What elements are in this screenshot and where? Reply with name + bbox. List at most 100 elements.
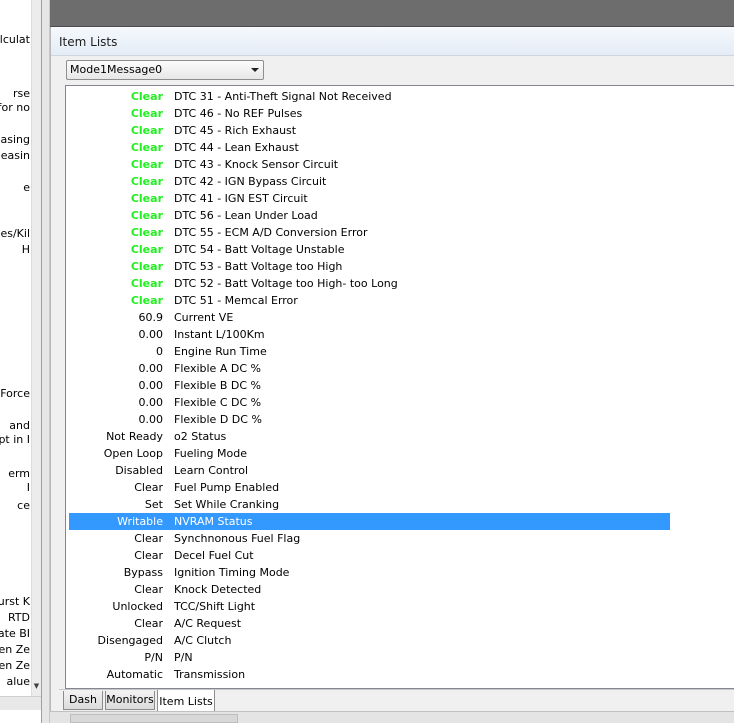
item-value: 0.00 xyxy=(138,396,164,409)
item-value: Clear xyxy=(134,532,163,545)
list-item[interactable]: Clear DTC 44 - Lean Exhaust xyxy=(69,139,670,156)
left-panel-line-text: RTD xyxy=(7,611,30,624)
item-name: Flexible A DC % xyxy=(174,362,261,375)
list-item[interactable]: Disengaged A/C Clutch xyxy=(69,632,670,649)
list-item[interactable]: P/N P/N xyxy=(69,649,670,666)
left-panel-line-text: Force xyxy=(0,387,30,400)
list-item[interactable]: 0 Engine Run Time xyxy=(69,343,670,360)
left-panel-line-text: H xyxy=(21,243,30,256)
item-name: Current VE xyxy=(174,311,234,324)
panel-splitter[interactable] xyxy=(42,0,50,723)
message-select[interactable]: Mode1Message0 xyxy=(66,60,264,80)
item-value: Set xyxy=(144,498,163,511)
item-value: Clear xyxy=(130,90,163,103)
tab-dash[interactable]: Dash xyxy=(63,691,103,710)
item-name: A/C Request xyxy=(174,617,242,630)
item-lists-panel: Item Lists Mode1Message0 Clear DTC 31 - A… xyxy=(50,27,734,723)
item-value: 0.00 xyxy=(138,379,164,392)
list-item[interactable]: Not Ready o2 Status xyxy=(69,428,670,445)
item-name: Fueling Mode xyxy=(174,447,247,460)
horizontal-scrollbar[interactable] xyxy=(70,714,238,723)
item-name: Flexible D DC % xyxy=(174,413,262,426)
item-value: Clear xyxy=(130,192,163,205)
list-item[interactable]: Clear DTC 46 - No REF Pulses xyxy=(69,105,670,122)
message-select-value: Mode1Message0 xyxy=(70,63,163,76)
list-item[interactable]: 0.00 Flexible B DC % xyxy=(69,377,670,394)
item-name: DTC 51 - Memcal Error xyxy=(174,294,298,307)
left-panel-line-text: ses/Kil xyxy=(0,227,30,240)
left-panel-line-text: en Ze xyxy=(0,643,30,656)
item-value: Clear xyxy=(130,226,163,239)
item-name: P/N xyxy=(174,651,193,664)
list-item[interactable]: Automatic Transmission xyxy=(69,666,670,683)
item-name: DTC 43 - Knock Sensor Circuit xyxy=(174,158,339,171)
item-value: Clear xyxy=(130,141,163,154)
list-item[interactable]: Open Loop Fueling Mode xyxy=(69,445,670,462)
list-item[interactable]: Clear DTC 41 - IGN EST Circuit xyxy=(69,190,670,207)
item-name: Flexible C DC % xyxy=(174,396,262,409)
list-item[interactable]: Clear DTC 45 - Rich Exhaust xyxy=(69,122,670,139)
list-item[interactable]: 0.00 Flexible D DC % xyxy=(69,411,670,428)
tab-bar: Dash Monitors Item Lists xyxy=(59,689,734,713)
list-item[interactable]: Clear DTC 53 - Batt Voltage too High xyxy=(69,258,670,275)
item-name: Knock Detected xyxy=(174,583,262,596)
item-name: Learn Control xyxy=(174,464,249,477)
list-item[interactable]: Clear A/C Request xyxy=(69,615,670,632)
item-name: Fuel Pump Enabled xyxy=(174,481,280,494)
list-item[interactable]: 0.00 Instant L/100Km xyxy=(69,326,670,343)
list-item[interactable]: Clear DTC 42 - IGN Bypass Circuit xyxy=(69,173,670,190)
list-item[interactable]: Clear DTC 43 - Knock Sensor Circuit xyxy=(69,156,670,173)
item-value: Clear xyxy=(130,243,163,256)
list-item[interactable]: Set Set While Cranking xyxy=(69,496,670,513)
list-item[interactable]: Bypass Ignition Timing Mode xyxy=(69,564,670,581)
left-panel-scrollbar[interactable] xyxy=(31,0,41,696)
list-item[interactable]: Clear Fuel Pump Enabled xyxy=(69,479,670,496)
list-item[interactable]: Clear Synchnonous Fuel Flag xyxy=(69,530,670,547)
item-name: DTC 31 - Anti-Theft Signal Not Received xyxy=(174,90,392,103)
item-name: Engine Run Time xyxy=(174,345,267,358)
list-item[interactable]: 0.00 Flexible C DC % xyxy=(69,394,670,411)
list-item[interactable]: Clear Knock Detected xyxy=(69,581,670,598)
item-name: DTC 55 - ECM A/D Conversion Error xyxy=(174,226,368,239)
item-name: DTC 52 - Batt Voltage too High- too Long xyxy=(174,277,398,290)
list-item[interactable]: Disabled Learn Control xyxy=(69,462,670,479)
item-value: 60.9 xyxy=(138,311,164,324)
list-item[interactable]: Writable NVRAM Status xyxy=(69,513,670,530)
item-name: Synchnonous Fuel Flag xyxy=(174,532,301,545)
item-value: Clear xyxy=(134,549,163,562)
scroll-down-icon[interactable]: ▼ xyxy=(31,680,41,692)
item-value: Disabled xyxy=(115,464,163,477)
left-panel-line-text: pt in I xyxy=(0,433,30,446)
item-value: Clear xyxy=(134,481,163,494)
item-list[interactable]: Clear DTC 31 - Anti-Theft Signal Not Rece… xyxy=(65,85,734,689)
list-item[interactable]: 0.00 Flexible A DC % xyxy=(69,360,670,377)
item-name: Ignition Timing Mode xyxy=(174,566,290,579)
list-item[interactable]: Clear Decel Fuel Cut xyxy=(69,547,670,564)
left-panel-line-text: erm xyxy=(8,467,30,480)
left-panel: alculat rsefor no easing easin e ses/Kil H Forc… xyxy=(0,0,42,723)
tab-item-lists[interactable]: Item Lists xyxy=(157,690,215,712)
list-item[interactable]: Clear DTC 52 - Batt Voltage too High- too… xyxy=(69,275,670,292)
list-item[interactable]: Clear DTC 51 - Memcal Error xyxy=(69,292,670,309)
item-name: NVRAM Status xyxy=(174,515,253,528)
item-value: Clear xyxy=(130,209,163,222)
item-value: Clear xyxy=(130,294,163,307)
list-item[interactable]: Unlocked TCC/Shift Light xyxy=(69,598,670,615)
list-item[interactable]: Clear DTC 31 - Anti-Theft Signal Not Rece… xyxy=(69,88,670,105)
left-panel-line-text: ce xyxy=(17,499,30,512)
item-name: Flexible B DC % xyxy=(174,379,261,392)
item-value: 0.00 xyxy=(138,362,164,375)
item-name: DTC 45 - Rich Exhaust xyxy=(174,124,297,137)
left-panel-horizontal-scrollbar[interactable] xyxy=(0,696,41,710)
item-name: DTC 41 - IGN EST Circuit xyxy=(174,192,308,205)
item-value: 0 xyxy=(156,345,163,358)
list-item[interactable]: Clear DTC 55 - ECM A/D Conversion Error xyxy=(69,224,670,241)
list-item[interactable]: Clear DTC 54 - Batt Voltage Unstable xyxy=(69,241,670,258)
left-panel-line-text: alculat xyxy=(0,33,30,46)
list-item[interactable]: 60.9 Current VE xyxy=(69,309,670,326)
tab-monitors[interactable]: Monitors xyxy=(105,691,155,710)
item-value: Bypass xyxy=(123,566,163,579)
left-panel-line-text: urst K xyxy=(0,595,30,608)
item-value: Unlocked xyxy=(112,600,163,613)
list-item[interactable]: Clear DTC 56 - Lean Under Load xyxy=(69,207,670,224)
